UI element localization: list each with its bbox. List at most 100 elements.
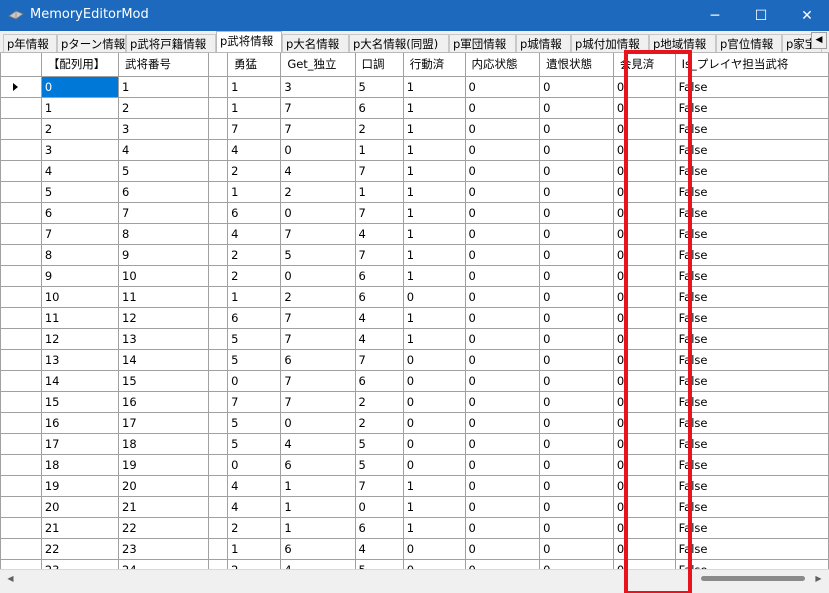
- grid-cell[interactable]: [208, 349, 229, 371]
- row-header[interactable]: [1, 286, 42, 308]
- row-header[interactable]: [1, 433, 42, 455]
- tab-turn[interactable]: pターン情報: [57, 34, 126, 52]
- column-header[interactable]: 口調: [355, 53, 404, 77]
- grid-cell[interactable]: [208, 454, 229, 476]
- grid-cell[interactable]: 9: [41, 265, 120, 287]
- grid-cell[interactable]: 0: [403, 286, 466, 308]
- grid-cell[interactable]: 0: [613, 412, 676, 434]
- grid-cell[interactable]: 0: [227, 454, 282, 476]
- grid-cell[interactable]: False: [675, 202, 829, 224]
- grid-cell[interactable]: 22: [118, 517, 209, 539]
- grid-cell[interactable]: [208, 517, 229, 539]
- grid-cell[interactable]: 4: [227, 496, 282, 518]
- grid-cell[interactable]: 0: [539, 223, 614, 245]
- grid-cell[interactable]: 0: [465, 517, 541, 539]
- grid-cell[interactable]: 0: [539, 517, 614, 539]
- grid-cell[interactable]: False: [675, 286, 829, 308]
- grid-cell[interactable]: 6: [280, 538, 356, 560]
- grid-cell[interactable]: False: [675, 223, 829, 245]
- grid-cell[interactable]: 6: [118, 181, 209, 203]
- grid-cell[interactable]: [208, 370, 229, 392]
- table-row[interactable]: 11 12 6 7 4 1 0 0 0 False: [1, 307, 829, 329]
- tab-scroll-left-button[interactable]: ◀: [811, 32, 827, 49]
- grid-cell[interactable]: 2: [227, 160, 282, 182]
- row-header[interactable]: [1, 349, 42, 371]
- grid-cell[interactable]: 0: [613, 349, 676, 371]
- grid-cell[interactable]: 2: [355, 391, 404, 413]
- column-header[interactable]: 武将番号: [118, 53, 209, 77]
- grid-cell[interactable]: 0: [403, 454, 466, 476]
- grid-cell[interactable]: 0: [465, 160, 541, 182]
- column-header[interactable]: 勇猛: [227, 53, 282, 77]
- grid-cell[interactable]: 6: [227, 307, 282, 329]
- row-header[interactable]: [1, 202, 42, 224]
- grid-cell[interactable]: False: [675, 538, 829, 560]
- grid-cell[interactable]: 1: [403, 475, 466, 497]
- grid-cell[interactable]: [208, 538, 229, 560]
- grid-cell[interactable]: 1: [403, 244, 466, 266]
- row-header[interactable]: [1, 244, 42, 266]
- grid-cell[interactable]: 0: [613, 286, 676, 308]
- grid-cell[interactable]: 0: [613, 328, 676, 350]
- grid-cell[interactable]: 0: [465, 454, 541, 476]
- grid-cell[interactable]: [208, 433, 229, 455]
- row-header[interactable]: [1, 538, 42, 560]
- grid-cell[interactable]: 0: [465, 139, 541, 161]
- grid-cell[interactable]: 7: [355, 475, 404, 497]
- grid-cell[interactable]: 5: [227, 349, 282, 371]
- table-row[interactable]: 2 3 7 7 2 1 0 0 0 False: [1, 118, 829, 140]
- grid-cell[interactable]: 1: [403, 181, 466, 203]
- grid-cell[interactable]: 18: [118, 433, 209, 455]
- grid-cell[interactable]: 0: [613, 265, 676, 287]
- row-header[interactable]: [1, 559, 42, 569]
- row-header[interactable]: [1, 454, 42, 476]
- grid-cell[interactable]: 0: [403, 412, 466, 434]
- grid-cell[interactable]: 1: [355, 181, 404, 203]
- grid-cell[interactable]: 13: [41, 349, 120, 371]
- grid-cell[interactable]: False: [675, 433, 829, 455]
- grid-cell[interactable]: 7: [280, 370, 356, 392]
- grid-cell[interactable]: 0: [613, 391, 676, 413]
- grid-cell[interactable]: 7: [227, 391, 282, 413]
- grid-cell[interactable]: 5: [227, 433, 282, 455]
- grid-cell[interactable]: 0: [403, 559, 466, 569]
- grid-cell[interactable]: 7: [118, 202, 209, 224]
- grid-cell[interactable]: 0: [465, 349, 541, 371]
- grid-cell[interactable]: 0: [539, 97, 614, 119]
- row-header[interactable]: [1, 496, 42, 518]
- grid-cell[interactable]: 1: [403, 307, 466, 329]
- grid-cell[interactable]: 6: [41, 202, 120, 224]
- table-row[interactable]: 1 2 1 7 6 1 0 0 0 False: [1, 97, 829, 119]
- grid-cell[interactable]: 1: [403, 160, 466, 182]
- grid-cell[interactable]: False: [675, 349, 829, 371]
- grid-cell[interactable]: 1: [227, 97, 282, 119]
- grid-cell[interactable]: 0: [539, 286, 614, 308]
- column-header[interactable]: 会見済: [613, 53, 676, 77]
- grid-cell[interactable]: 0: [465, 496, 541, 518]
- row-header[interactable]: [1, 391, 42, 413]
- grid-cell[interactable]: 2: [227, 265, 282, 287]
- grid-cell[interactable]: 0: [465, 265, 541, 287]
- grid-cell[interactable]: 7: [355, 244, 404, 266]
- grid-cell[interactable]: 2: [355, 412, 404, 434]
- scrollbar-thumb[interactable]: [701, 576, 805, 581]
- row-header[interactable]: [1, 118, 42, 140]
- grid-cell[interactable]: 6: [227, 202, 282, 224]
- grid-cell[interactable]: False: [675, 391, 829, 413]
- table-row[interactable]: 14 15 0 7 6 0 0 0 0 False: [1, 370, 829, 392]
- grid-cell[interactable]: 6: [355, 370, 404, 392]
- grid-cell[interactable]: 0: [403, 349, 466, 371]
- grid-cell[interactable]: 0: [539, 328, 614, 350]
- grid-cell[interactable]: 0: [539, 202, 614, 224]
- table-row[interactable]: 6 7 6 0 7 1 0 0 0 False: [1, 202, 829, 224]
- table-row[interactable]: 20 21 4 1 0 1 0 0 0 False: [1, 496, 829, 518]
- grid-cell[interactable]: 5: [227, 412, 282, 434]
- grid-cell[interactable]: 0: [465, 307, 541, 329]
- grid-cell[interactable]: [208, 328, 229, 350]
- grid-cell[interactable]: 0: [403, 433, 466, 455]
- grid-cell[interactable]: 1: [227, 76, 282, 98]
- tab-daimyo[interactable]: p大名情報: [282, 34, 349, 52]
- grid-cell[interactable]: 1: [403, 118, 466, 140]
- grid-cell[interactable]: False: [675, 517, 829, 539]
- grid-cell[interactable]: 1: [403, 517, 466, 539]
